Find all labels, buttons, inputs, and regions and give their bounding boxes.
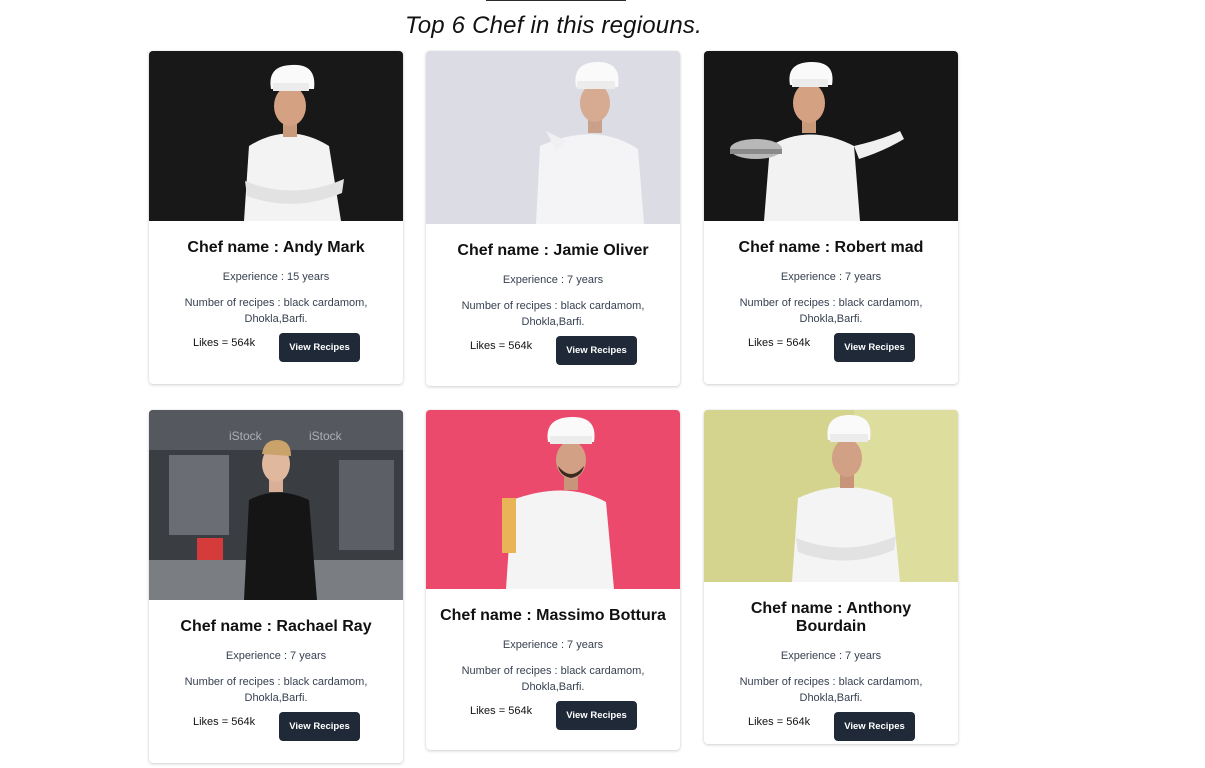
view-recipes-button[interactable]: View Recipes bbox=[556, 701, 637, 730]
chef-recipes: Number of recipes : black cardamom, Dhok… bbox=[461, 665, 645, 693]
chef-recipes: Number of recipes : black cardamom, Dhok… bbox=[184, 297, 368, 325]
view-recipes-button[interactable]: View Recipes bbox=[279, 712, 360, 741]
chef-name: Chef name : Andy Mark bbox=[187, 239, 365, 256]
chef-name: Chef name : Robert mad bbox=[738, 239, 924, 256]
top-divider bbox=[486, 0, 626, 1]
likes-count: Likes = 564k bbox=[193, 337, 256, 349]
likes-count: Likes = 564k bbox=[748, 716, 811, 728]
chef-recipes: Number of recipes : black cardamom, Dhok… bbox=[461, 300, 645, 328]
chef-card: Chef name : Anthony Bourdain Experience … bbox=[704, 410, 958, 744]
likes-count: Likes = 564k bbox=[470, 705, 533, 717]
chef-photo bbox=[426, 51, 680, 224]
view-recipes-button[interactable]: View Recipes bbox=[834, 333, 915, 362]
chef-photo bbox=[426, 410, 680, 589]
chef-card: iStock iStock Chef name : Rachael Ray Ex… bbox=[149, 410, 403, 763]
chef-experience: Experience : 7 years bbox=[502, 639, 604, 651]
chef-name: Chef name : Rachael Ray bbox=[180, 618, 372, 635]
svg-text:iStock: iStock bbox=[229, 429, 263, 443]
svg-text:iStock: iStock bbox=[309, 429, 343, 443]
chef-experience: Experience : 7 years bbox=[780, 650, 882, 662]
view-recipes-button[interactable]: View Recipes bbox=[834, 712, 915, 741]
likes-count: Likes = 564k bbox=[748, 337, 811, 349]
chef-card: Chef name : Andy Mark Experience : 15 ye… bbox=[149, 51, 403, 384]
chef-recipes: Number of recipes : black cardamom, Dhok… bbox=[739, 676, 923, 704]
chef-experience: Experience : 15 years bbox=[222, 271, 330, 283]
view-recipes-button[interactable]: View Recipes bbox=[279, 333, 360, 362]
likes-count: Likes = 564k bbox=[470, 340, 533, 352]
chef-photo bbox=[704, 51, 958, 221]
chef-name: Chef name : Jamie Oliver bbox=[457, 242, 649, 259]
chef-photo bbox=[149, 51, 403, 221]
chef-card: Chef name : Robert mad Experience : 7 ye… bbox=[704, 51, 958, 384]
chef-recipes: Number of recipes : black cardamom, Dhok… bbox=[739, 297, 923, 325]
chef-card: Chef name : Jamie Oliver Experience : 7 … bbox=[426, 51, 680, 386]
chef-experience: Experience : 7 years bbox=[225, 650, 327, 662]
page-heading: Top 6 Chef in this regiouns. bbox=[405, 12, 702, 39]
chef-card: Chef name : Massimo Bottura Experience :… bbox=[426, 410, 680, 750]
chef-experience: Experience : 7 years bbox=[780, 271, 882, 283]
chef-recipes: Number of recipes : black cardamom, Dhok… bbox=[184, 676, 368, 704]
chef-name: Chef name : Anthony Bourdain bbox=[750, 600, 912, 635]
view-recipes-button[interactable]: View Recipes bbox=[556, 336, 637, 365]
chef-experience: Experience : 7 years bbox=[502, 274, 604, 286]
chef-photo: iStock iStock bbox=[149, 410, 403, 600]
likes-count: Likes = 564k bbox=[193, 716, 256, 728]
chef-name: Chef name : Massimo Bottura bbox=[440, 607, 666, 624]
chef-photo bbox=[704, 410, 958, 582]
